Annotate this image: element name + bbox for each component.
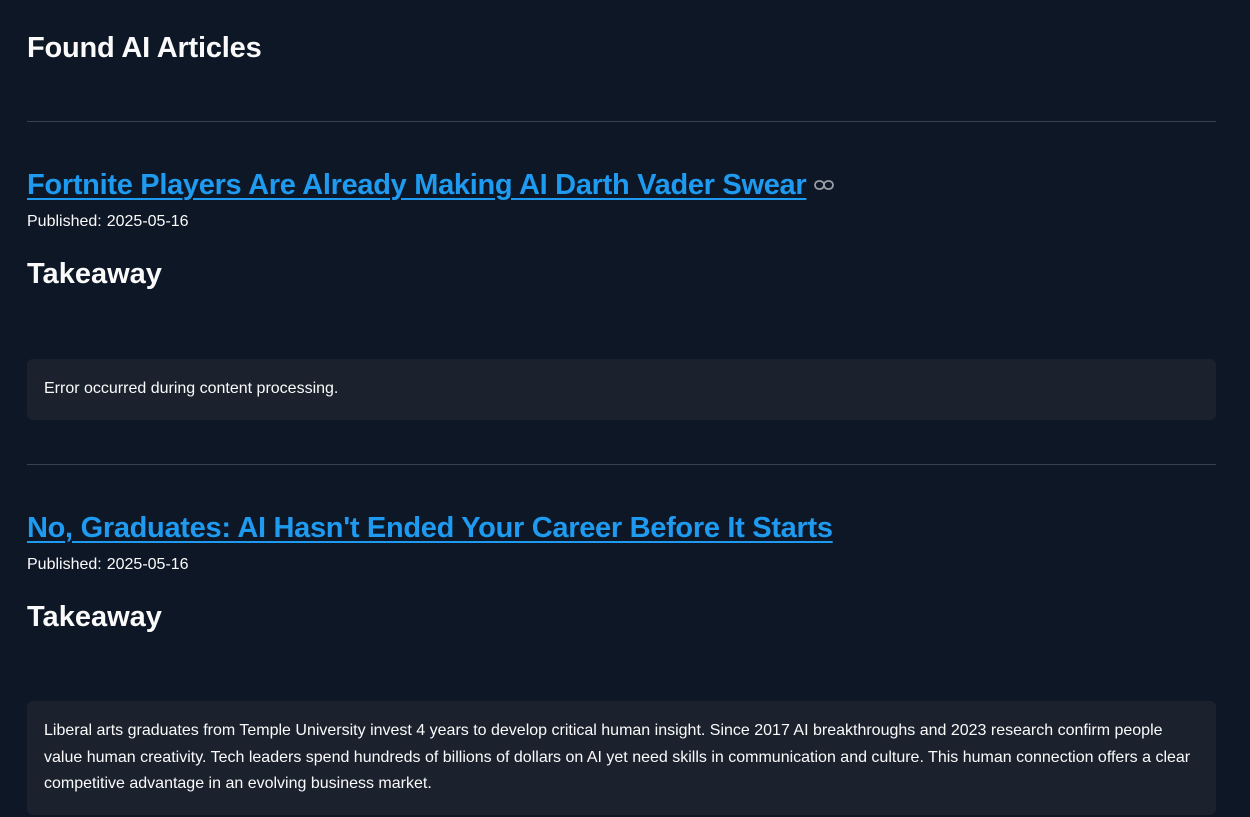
published-line: Published: 2025-05-16	[27, 213, 1216, 231]
takeaway-heading: Takeaway	[27, 258, 162, 290]
takeaway-box: Liberal arts graduates from Temple Unive…	[27, 701, 1216, 815]
takeaway-text: Liberal arts graduates from Temple Unive…	[44, 722, 1191, 792]
takeaway-heading: Takeaway	[27, 601, 162, 633]
published-label: Published:	[27, 213, 102, 230]
divider	[27, 121, 1216, 122]
article-card: No, Graduates: AI Hasn't Ended Your Care…	[27, 508, 1216, 815]
takeaway-text: Error occurred during content processing…	[44, 380, 339, 397]
page-title: Found AI Articles	[27, 32, 262, 64]
main-content: Found AI Articles Fortnite Players Are A…	[0, 0, 1250, 817]
article-title-row: Fortnite Players Are Already Making AI D…	[27, 165, 1216, 205]
article-title-link[interactable]: Fortnite Players Are Already Making AI D…	[27, 169, 807, 202]
article-card: Fortnite Players Are Already Making AI D…	[27, 165, 1216, 420]
divider	[27, 464, 1216, 465]
article-title-link[interactable]: No, Graduates: AI Hasn't Ended Your Care…	[27, 512, 833, 545]
published-date: 2025-05-16	[106, 213, 189, 230]
article-title-row: No, Graduates: AI Hasn't Ended Your Care…	[27, 508, 1216, 548]
published-line: Published: 2025-05-16	[27, 556, 1216, 574]
link-icon[interactable]	[814, 178, 835, 192]
takeaway-box: Error occurred during content processing…	[27, 359, 1216, 420]
published-date: 2025-05-16	[106, 556, 189, 573]
published-label: Published:	[27, 556, 102, 573]
